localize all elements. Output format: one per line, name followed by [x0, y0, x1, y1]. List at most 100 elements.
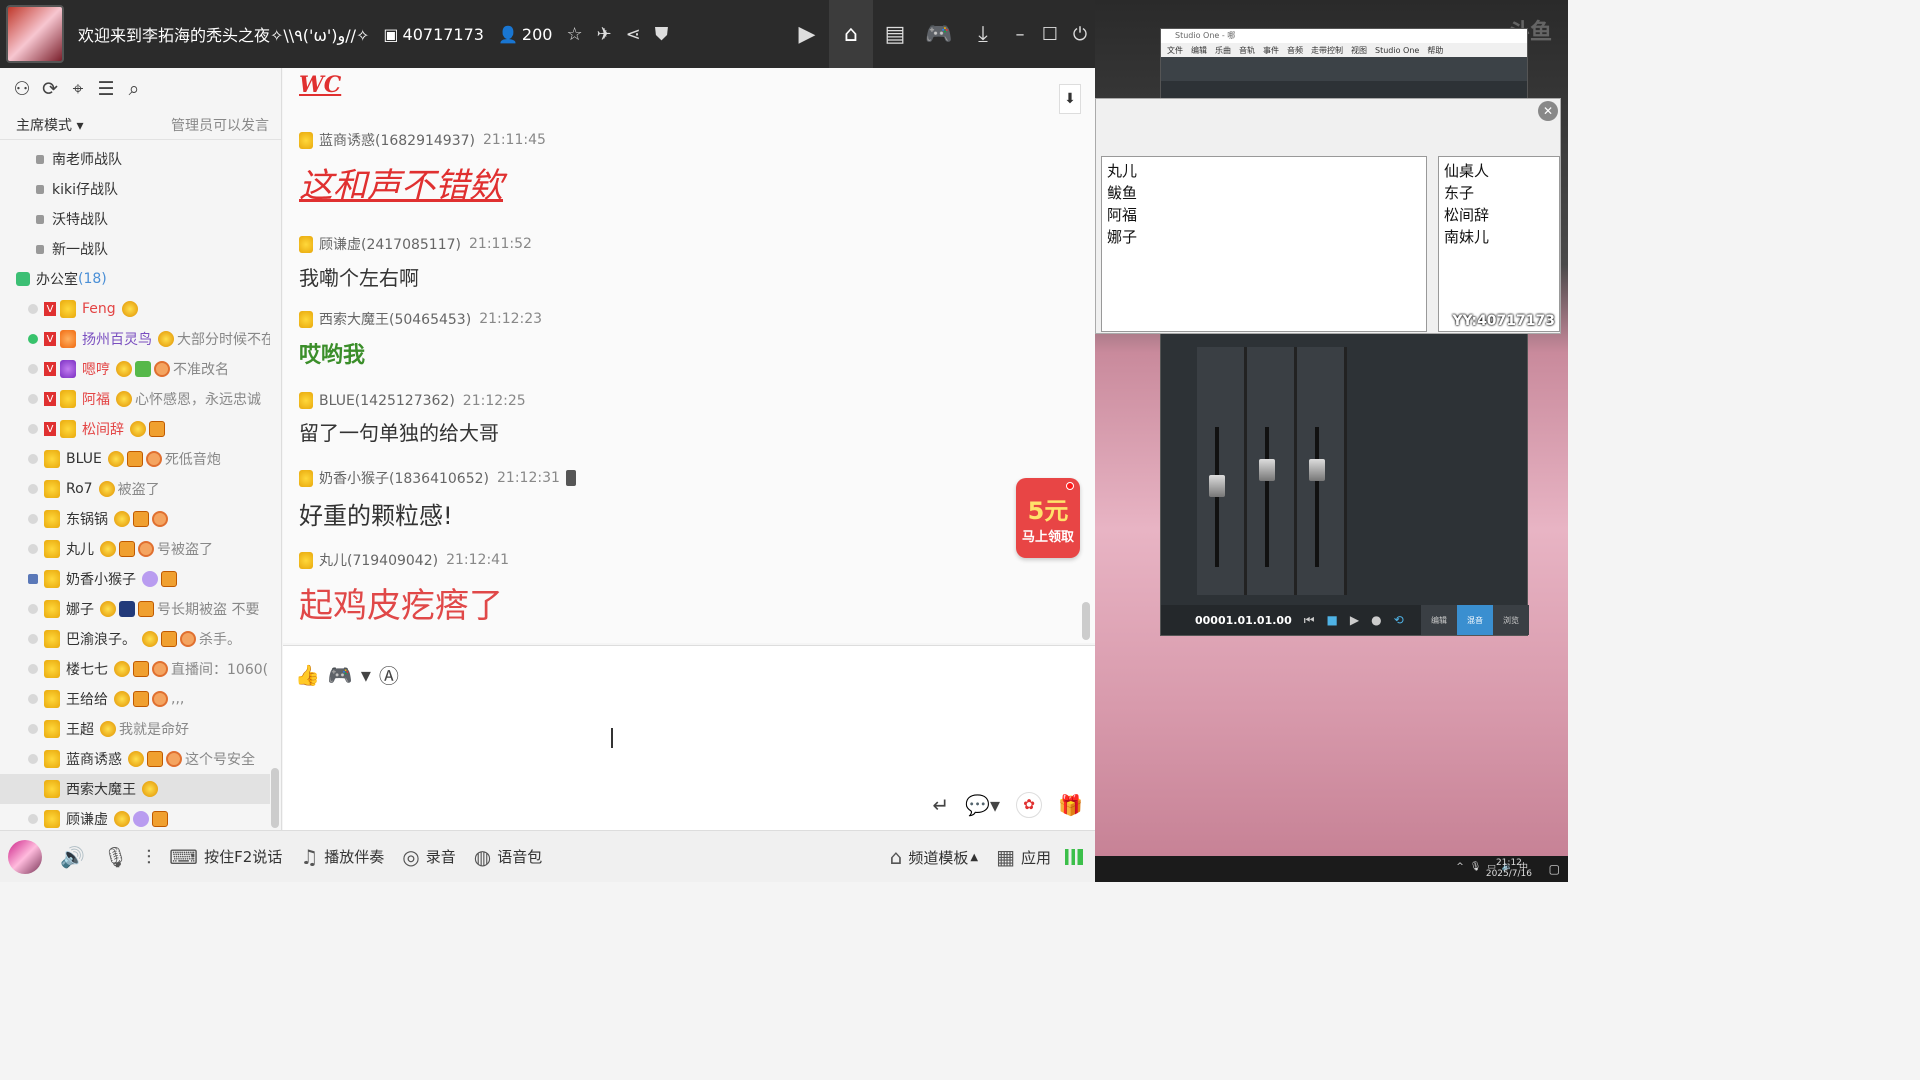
home-icon[interactable]: ⌂ [829, 0, 873, 68]
gift-icon[interactable]: 🎁 [1058, 793, 1083, 817]
record-dot-icon[interactable]: ● [1371, 613, 1381, 627]
fader-handle[interactable] [1259, 459, 1275, 481]
mic-tray-icon[interactable]: 🎙 [1470, 862, 1481, 872]
member-item[interactable]: Ro7 被盗了 [0, 474, 270, 504]
member-item[interactable]: V 扬州百灵鸟 大部分时候不在 [0, 324, 270, 354]
refresh-icon[interactable]: ⟳ [36, 75, 64, 103]
crown-badge-icon [142, 631, 158, 647]
play-icon[interactable]: ▶ [1350, 613, 1359, 627]
translate-icon[interactable]: Ⓐ [379, 660, 399, 689]
plane-icon[interactable]: ✈ [597, 24, 612, 45]
member-item[interactable]: V 松间辞 [0, 414, 270, 444]
team-item[interactable]: 新一战队 [0, 234, 270, 264]
flower-icon[interactable]: ✿ [1016, 792, 1043, 818]
chat-bubble-icon[interactable]: 💬▾ [965, 793, 1000, 817]
member-item[interactable]: 娜子 号长期被盗 不要 [0, 594, 270, 624]
crown-badge-icon [100, 721, 116, 737]
chevron-down-icon[interactable]: ▾ [361, 663, 371, 687]
status-dot [28, 754, 38, 764]
download-icon[interactable]: ⤓ [961, 0, 1005, 68]
channel-avatar[interactable] [6, 5, 64, 63]
close-icon[interactable]: ✕ [1538, 101, 1558, 121]
promo-coupon-button[interactable]: 5元 马上领取 [1016, 478, 1080, 558]
headset-icon: ◍ [473, 844, 492, 869]
member-item[interactable]: 王给给,,, [0, 684, 270, 714]
online-count: 200 [521, 24, 553, 44]
name-list-right[interactable]: 仙桌人 东子 松间辞 南妹儿 YY:40717173 [1438, 156, 1560, 332]
box-badge-icon [161, 631, 177, 647]
team-item[interactable]: kiki仔战队 [0, 174, 270, 204]
doc-icon[interactable]: ▤ [873, 0, 917, 68]
sidebar-toolbar: ⚇ ⟳ ⌖ ☰ ⌕ [0, 68, 281, 110]
ring-badge-icon [138, 541, 154, 557]
chevron-up-icon[interactable]: ^ [1456, 862, 1464, 872]
member-item[interactable]: 东锅锅 [0, 504, 270, 534]
microphone-icon[interactable]: 🎙 [103, 845, 128, 869]
scroll-down-icon[interactable]: ⬇ [1059, 84, 1081, 114]
video-icon[interactable]: ▶ [785, 0, 829, 68]
person-icon[interactable]: ⚇ [8, 75, 36, 103]
mixer-strip [1197, 347, 1245, 595]
member-item[interactable]: 王超 我就是命好 [0, 714, 270, 744]
chat-scrollbar[interactable] [1082, 602, 1090, 640]
apps-button[interactable]: ▦ 应用 [996, 845, 1051, 869]
loop-icon[interactable]: ⟲ [1394, 613, 1404, 627]
mixer-icon[interactable]: ⫶ [146, 845, 151, 869]
shield-icon[interactable]: ⛊ [655, 24, 669, 45]
game-icon[interactable]: 🎮 [917, 0, 961, 68]
message-text: 我嘞个左右啊 [299, 266, 419, 290]
team-item[interactable]: 南老师战队 [0, 144, 270, 174]
member-item[interactable]: V 嗯哼 不准改名 [0, 354, 270, 384]
push-to-talk-button[interactable]: ⌨ 按住F2说话 [169, 845, 282, 869]
search-icon[interactable]: ⌕ [120, 75, 148, 103]
message-input-area[interactable]: 👍 🎮 ▾ Ⓐ ↵ 💬▾ ✿ 🎁 [283, 645, 1095, 830]
minimize-icon[interactable]: – [1005, 0, 1035, 68]
chat-message-text: WC [299, 72, 342, 98]
member-item[interactable]: BLUE 死低音炮 [0, 444, 270, 474]
speaker-icon[interactable]: 🔊 [60, 845, 85, 869]
voice-pack-button[interactable]: ◍ 语音包 [474, 845, 542, 869]
mode-select[interactable]: 主席模式 ▾ [16, 115, 83, 135]
crown-badge-icon [142, 781, 158, 797]
message-user[interactable]: 奶香小猴子(1836410652) [319, 468, 489, 488]
message-user[interactable]: 丸儿(719409042) [319, 550, 438, 570]
team-item[interactable]: 沃特战队 [0, 204, 270, 234]
member-item[interactable]: V Feng [0, 294, 270, 324]
play-accompaniment-button[interactable]: ♫ 播放伴奏 [300, 845, 384, 869]
member-item[interactable]: 巴渝浪子。 杀手。 [0, 624, 270, 654]
member-item[interactable]: V 阿福 心怀感恩，永远忠诚 [0, 384, 270, 414]
member-item[interactable]: 楼七七 直播间：1060( [0, 654, 270, 684]
favorite-star-icon[interactable]: ☆ [566, 24, 582, 45]
message-user[interactable]: BLUE(1425127362) [319, 393, 455, 409]
maximize-icon[interactable]: ☐ [1035, 0, 1065, 68]
member-item-selected[interactable]: 西索大魔王 [0, 774, 270, 804]
message-time: 21:12:23 [479, 311, 543, 327]
member-item[interactable]: 顾谦虚 [0, 804, 270, 830]
rewind-icon[interactable]: ⏮ [1304, 613, 1315, 628]
location-icon[interactable]: ⌖ [64, 75, 92, 103]
stop-icon[interactable]: ■ [1327, 613, 1338, 627]
member-item[interactable]: 丸儿 号被盗了 [0, 534, 270, 564]
sidebar-scrollbar[interactable] [271, 768, 279, 828]
my-avatar[interactable] [8, 839, 42, 874]
clock[interactable]: 21:12 2025/7/16 [1486, 858, 1532, 880]
name-list-left[interactable]: 丸儿 鲅鱼 阿福 娜子 [1101, 156, 1427, 332]
thumb-icon[interactable]: 👍 [295, 663, 320, 687]
channel-template-button[interactable]: ⌂ 频道模板 ▲ [890, 845, 978, 869]
gamepad-icon[interactable]: 🎮 [328, 663, 353, 687]
power-icon[interactable]: ⏻ [1065, 0, 1095, 68]
message-user[interactable]: 蓝商诱惑(1682914937) [319, 130, 475, 150]
message-user[interactable]: 顾谦虚(2417085117) [319, 234, 461, 254]
notification-icon[interactable]: ▢ [1549, 862, 1560, 876]
message-user[interactable]: 西索大魔王(50465453) [319, 309, 471, 329]
member-item[interactable]: 奶香小猴子 [0, 564, 270, 594]
room-office[interactable]: 办公室 (18) [0, 264, 270, 294]
record-button[interactable]: ◎ 录音 [402, 845, 455, 869]
crown-badge-icon [130, 421, 146, 437]
enter-icon[interactable]: ↵ [932, 793, 949, 817]
member-item[interactable]: 蓝商诱惑 这个号安全 [0, 744, 270, 774]
fader-handle[interactable] [1209, 475, 1225, 497]
share-icon[interactable]: ⋖ [626, 24, 641, 45]
list-icon[interactable]: ☰ [92, 75, 120, 103]
fader-handle[interactable] [1309, 459, 1325, 481]
